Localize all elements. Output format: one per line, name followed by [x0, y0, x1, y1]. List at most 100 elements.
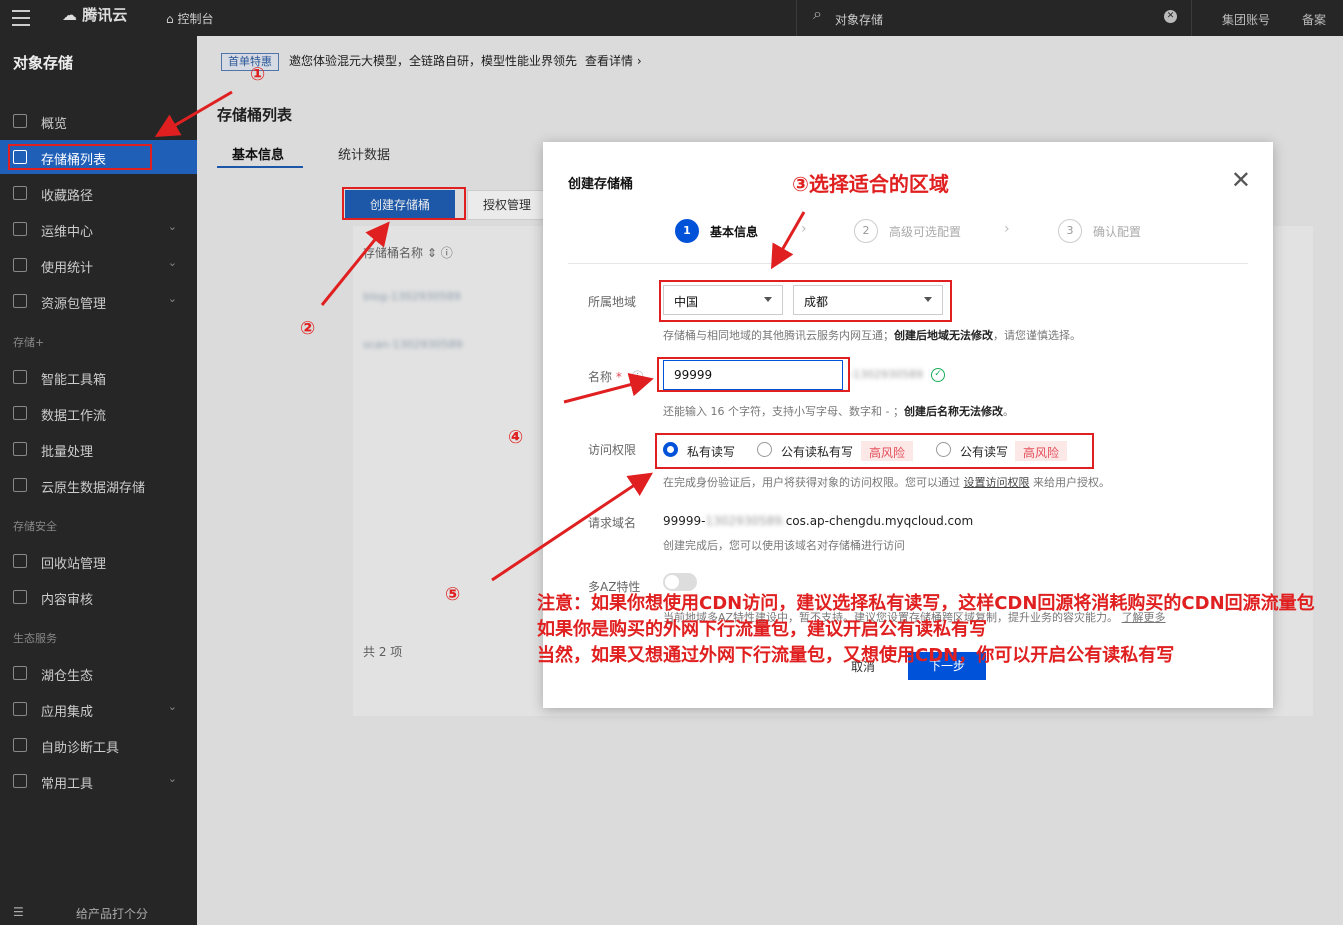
toolbox-icon: [13, 774, 27, 788]
sidebar-item-diagnose[interactable]: 自助诊断工具: [0, 728, 197, 762]
sidebar-item-overview[interactable]: 概览: [0, 104, 197, 138]
step-label: 高级可选配置: [889, 225, 962, 239]
name-hint-bold: 创建后名称无法修改: [903, 405, 1003, 418]
sidebar-item-label: 内容审核: [41, 593, 94, 608]
pie-icon: [13, 258, 27, 272]
audit-icon: [13, 590, 27, 604]
name-hint-text: 还能输入 16 个字符，支持小写字母、数字和 - ；: [663, 405, 904, 418]
sidebar-item-label: 资源包管理: [41, 297, 107, 312]
calendar-icon: [13, 222, 27, 236]
sidebar-item-label: 收藏路径: [41, 189, 94, 204]
clear-icon[interactable]: ✕: [1164, 10, 1177, 23]
sidebar-footer: ☰ 给产品打个分: [0, 903, 197, 925]
note-line-2: 如果你是购买的外网下行流量包，建议开启公有读私有写: [537, 619, 987, 640]
name-label-text: 名称: [588, 370, 613, 384]
sidebar-group-storage-plus: 存储+: [13, 336, 45, 349]
sidebar-item-batch[interactable]: 批量处理: [0, 432, 197, 466]
region-hint-bold: 创建后地域无法修改: [894, 329, 993, 342]
chevron-right-icon: ›: [1004, 221, 1010, 237]
sidebar-item-common-tools[interactable]: 常用工具 ⌄: [0, 764, 197, 798]
step-number: 2: [854, 219, 878, 243]
highlight-access: [655, 433, 1094, 469]
sidebar-item-toolbox[interactable]: 智能工具箱: [0, 360, 197, 394]
sidebar-item-usage[interactable]: 使用统计 ⌄: [0, 248, 197, 282]
info-icon[interactable]: ⓘ: [632, 370, 644, 384]
sidebar-item-audit[interactable]: 内容审核: [0, 580, 197, 614]
package-icon: [13, 294, 27, 308]
brand-logo[interactable]: ☁ 腾讯云: [62, 4, 127, 25]
collapse-icon[interactable]: ☰: [13, 905, 24, 919]
sidebar-item-label: 回收站管理: [41, 557, 107, 572]
sidebar-title: 对象存储: [13, 54, 74, 72]
console-label: 控制台: [177, 12, 214, 26]
sidebar-item-ops[interactable]: 运维中心 ⌄: [0, 212, 197, 246]
step-label: 基本信息: [710, 225, 759, 239]
annotation-1: ①: [250, 64, 266, 85]
name-hint: 还能输入 16 个字符，支持小写字母、数字和 - ；创建后名称无法修改。: [663, 403, 1014, 419]
filing-link[interactable]: 备案: [1302, 11, 1326, 28]
sidebar-item-favorites[interactable]: 收藏路径: [0, 176, 197, 210]
search-input[interactable]: 对象存储: [835, 11, 883, 28]
sidebar-group-security: 存储安全: [13, 520, 57, 533]
name-hint-end: 。: [1002, 405, 1014, 418]
diagnose-icon: [13, 738, 27, 752]
domain-suffix: cos.ap-chengdu.myqcloud.com: [785, 514, 974, 528]
chevron-down-icon: ⌄: [167, 220, 177, 233]
chevron-down-icon: ⌄: [167, 700, 177, 713]
domain-prefix: 99999-: [663, 514, 706, 528]
lake-icon: [13, 478, 27, 492]
annotation-3: ③选择适合的区域: [792, 172, 949, 196]
sidebar-item-label: 使用统计: [41, 261, 94, 276]
grid-icon: [13, 114, 27, 128]
domain-blurred: 1302930589.: [705, 514, 786, 528]
console-link[interactable]: ⌂ 控制台: [166, 10, 213, 27]
az-toggle[interactable]: [663, 573, 697, 591]
check-icon: [13, 442, 27, 456]
access-hint-text: 在完成身份验证后，用户将获得对象的访问权限。您可以通过: [663, 476, 960, 489]
feedback-link[interactable]: 给产品打个分: [76, 905, 148, 922]
group-account-link[interactable]: 集团账号: [1222, 11, 1270, 28]
sidebar-item-datalake[interactable]: 云原生数据湖存储: [0, 468, 197, 502]
sidebar-item-label: 自助诊断工具: [41, 741, 120, 756]
sidebar-item-label: 应用集成: [41, 705, 94, 720]
annotation-4: ④: [508, 427, 524, 448]
required-mark: *: [615, 370, 622, 384]
warehouse-icon: [13, 666, 27, 680]
search-bar[interactable]: ⌕ 对象存储 ✕: [796, 0, 1192, 36]
flow-icon: [13, 406, 27, 420]
sidebar-item-packages[interactable]: 资源包管理 ⌄: [0, 284, 197, 318]
sidebar-item-recycle[interactable]: 回收站管理: [0, 544, 197, 578]
sidebar-item-label: 常用工具: [41, 777, 94, 792]
region-label: 所属地域: [588, 295, 637, 309]
sidebar-group-ecosystem: 生态服务: [13, 632, 57, 645]
sidebar-item-label: 湖仓生态: [41, 669, 94, 684]
sidebar-item-label: 智能工具箱: [41, 373, 107, 388]
chevron-down-icon: ⌄: [167, 772, 177, 785]
menu-icon[interactable]: [12, 10, 30, 26]
sidebar-item-label: 数据工作流: [41, 409, 107, 424]
sidebar-item-label: 运维中心: [41, 225, 94, 240]
tool-icon: [13, 370, 27, 384]
chevron-right-icon: ›: [801, 221, 807, 237]
divider: [568, 263, 1248, 264]
close-icon[interactable]: ✕: [1231, 166, 1251, 194]
annotation-2: ②: [300, 318, 316, 339]
top-bar: ☁ 腾讯云 ⌂ 控制台 ⌕ 对象存储 ✕ 集团账号 备案: [0, 0, 1343, 36]
sidebar-item-lakehouse[interactable]: 湖仓生态: [0, 656, 197, 690]
access-hint-end: 来给用户授权。: [1033, 476, 1110, 489]
sidebar-item-integration[interactable]: 应用集成 ⌄: [0, 692, 197, 726]
domain-label: 请求域名: [588, 516, 637, 530]
region-hint-text: 存储桶与相同地域的其他腾讯云服务内网互通；: [663, 329, 894, 342]
link-icon: [13, 186, 27, 200]
domain-hint: 创建完成后，您可以使用该域名对存储桶进行访问: [663, 539, 905, 552]
name-label: 名称 * ⓘ: [588, 368, 644, 385]
sidebar-item-workflow[interactable]: 数据工作流: [0, 396, 197, 430]
note-line-1: 注意：如果你想使用CDN访问，建议选择私有读写，这样CDN回源将消耗购买的CDN…: [537, 593, 1315, 614]
access-label: 访问权限: [588, 443, 637, 457]
sidebar-item-label: 云原生数据湖存储: [41, 481, 146, 496]
sidebar-item-label: 概览: [41, 117, 68, 132]
step-number: 3: [1058, 219, 1082, 243]
set-access-link[interactable]: 设置访问权限: [964, 476, 1030, 489]
bucket-name-suffix: -1302930589: [849, 368, 923, 381]
brand-name: 腾讯云: [82, 6, 128, 24]
